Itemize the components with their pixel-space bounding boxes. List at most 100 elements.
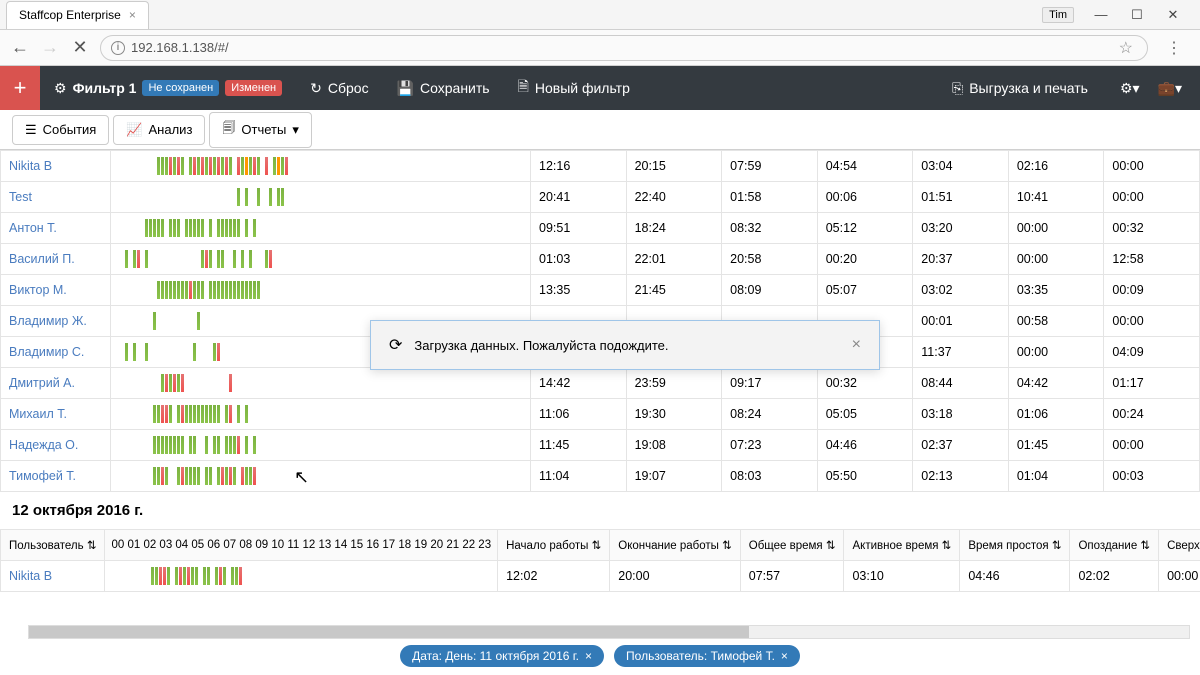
close-window-button[interactable]: ✕ [1156, 3, 1190, 27]
tab-analysis[interactable]: 📈 Анализ [113, 115, 205, 145]
info-icon[interactable]: i [111, 41, 125, 55]
chip-date[interactable]: Дата: День: 11 октября 2016 г. × [400, 645, 604, 667]
refresh-icon: ↻ [310, 80, 322, 97]
user-cell[interactable]: Тимофей Т. [1, 461, 111, 492]
value-cell: 22:40 [626, 182, 722, 213]
maximize-button[interactable]: ☐ [1120, 3, 1154, 27]
user-cell[interactable]: Nikita B [1, 561, 105, 592]
tab-events[interactable]: ☰ События [12, 115, 109, 145]
user-cell[interactable]: Виктор М. [1, 275, 111, 306]
settings-icon[interactable]: ⚙▾ [1120, 80, 1140, 97]
value-cell: 08:44 [913, 368, 1009, 399]
value-cell: 01:06 [1008, 399, 1104, 430]
user-cell[interactable]: Владимир Ж. [1, 306, 111, 337]
user-cell[interactable]: Антон Т. [1, 213, 111, 244]
value-cell: 01:45 [1008, 430, 1104, 461]
filter-chips: Дата: День: 11 октября 2016 г. × Пользов… [0, 641, 1200, 671]
value-cell: 01:17 [1104, 368, 1200, 399]
col-idle[interactable]: Время простоя ⇅ [960, 530, 1070, 561]
badge-changed: Изменен [225, 80, 282, 96]
export-button[interactable]: ⎘ Выгрузка и печать [938, 80, 1102, 97]
value-cell: 01:58 [722, 182, 818, 213]
col-total[interactable]: Общее время ⇅ [740, 530, 844, 561]
value-cell: 12:16 [531, 151, 627, 182]
browser-tab[interactable]: Staffcop Enterprise × [6, 1, 149, 29]
value-cell: 00:00 [1104, 430, 1200, 461]
user-cell[interactable]: Test [1, 182, 111, 213]
col-start[interactable]: Начало работы ⇅ [498, 530, 610, 561]
tab-reports[interactable]: 🗐 Отчеты ▾ [209, 112, 311, 148]
app-toolbar: + ⚙ Фильтр 1 Не сохранен Изменен ↻ Сброс… [0, 66, 1200, 110]
value-cell: 20:15 [626, 151, 722, 182]
chevron-down-icon: ▾ [292, 122, 299, 138]
col-active[interactable]: Активное время ⇅ [844, 530, 960, 561]
back-button[interactable]: ← [10, 37, 30, 58]
filter-menu[interactable]: ⚙ Фильтр 1 Не сохранен Изменен [40, 80, 296, 97]
col-hours: 00 01 02 03 04 05 06 07 08 09 10 11 12 1… [105, 530, 498, 561]
chip-close-icon[interactable]: × [781, 649, 788, 663]
user-cell[interactable]: Nikita B [1, 151, 111, 182]
browser-tabs-bar: Staffcop Enterprise × Tim — ☐ ✕ [0, 0, 1200, 30]
col-overtime[interactable]: Сверхурочные ⇅ [1159, 530, 1200, 561]
table-row: Виктор М.13:3521:4508:0905:0703:0203:350… [1, 275, 1200, 306]
user-cell[interactable]: Дмитрий А. [1, 368, 111, 399]
table-row: Надежда О.11:4519:0807:2304:4602:3701:45… [1, 430, 1200, 461]
forward-button[interactable]: → [40, 37, 60, 58]
chip-close-icon[interactable]: × [585, 649, 592, 663]
bookmark-icon[interactable]: ☆ [1119, 38, 1133, 58]
value-cell: 19:30 [626, 399, 722, 430]
doc-icon: 🗐 [222, 119, 235, 141]
value-cell: 05:50 [817, 461, 913, 492]
value-cell: 00:03 [1104, 461, 1200, 492]
value-cell: 02:16 [1008, 151, 1104, 182]
user-cell[interactable]: Михаил Т. [1, 399, 111, 430]
table-row: Nikita B12:1620:1507:5904:5403:0402:1600… [1, 151, 1200, 182]
browser-menu-button[interactable]: ⋮ [1158, 38, 1190, 58]
value-cell: 02:37 [913, 430, 1009, 461]
value-cell: 07:57 [740, 561, 844, 592]
filter-label: Фильтр 1 [73, 80, 137, 96]
value-cell: 03:04 [913, 151, 1009, 182]
value-cell: 01:04 [1008, 461, 1104, 492]
col-user[interactable]: Пользователь ⇅ [1, 530, 105, 561]
value-cell: 19:07 [626, 461, 722, 492]
horizontal-scrollbar[interactable] [28, 625, 1190, 639]
value-cell: 20:41 [531, 182, 627, 213]
add-button[interactable]: + [0, 66, 40, 110]
value-cell: 09:17 [722, 368, 818, 399]
section-date-title: 12 октября 2016 г. [0, 492, 1200, 529]
table-row: Дмитрий А.14:4223:5909:1700:3208:4404:42… [1, 368, 1200, 399]
url-input[interactable]: i 192.168.1.138/#/ ☆ [100, 35, 1148, 61]
value-cell: 21:45 [626, 275, 722, 306]
timeline-cell [111, 151, 531, 182]
table-row: Василий П.01:0322:0120:5800:2020:3700:00… [1, 244, 1200, 275]
value-cell: 00:00 [1008, 213, 1104, 244]
loading-dialog: ⟳ Загрузка данных. Пожалуйста подождите.… [370, 320, 880, 370]
value-cell: 00:00 [1104, 306, 1200, 337]
col-end[interactable]: Окончание работы ⇅ [610, 530, 741, 561]
user-cell[interactable]: Владимир С. [1, 337, 111, 368]
briefcase-icon[interactable]: 💼▾ [1158, 80, 1182, 97]
export-icon: ⎘ [952, 80, 963, 97]
timeline-cell [105, 561, 498, 592]
value-cell: 13:35 [531, 275, 627, 306]
minimize-button[interactable]: — [1084, 3, 1118, 27]
value-cell: 00:24 [1104, 399, 1200, 430]
value-cell: 07:23 [722, 430, 818, 461]
col-late[interactable]: Опоздание ⇅ [1070, 530, 1159, 561]
dialog-close-button[interactable]: × [852, 336, 861, 354]
user-cell[interactable]: Василий П. [1, 244, 111, 275]
chip-user[interactable]: Пользователь: Тимофей Т. × [614, 645, 800, 667]
save-button[interactable]: 💾 Сохранить [383, 80, 504, 97]
value-cell: 10:41 [1008, 182, 1104, 213]
spinner-icon: ⟳ [389, 335, 402, 355]
stop-button[interactable]: ✕ [70, 37, 90, 58]
value-cell: 09:51 [531, 213, 627, 244]
close-icon[interactable]: × [129, 8, 136, 22]
new-filter-button[interactable]: 🗎 Новый фильтр [504, 76, 644, 100]
reset-button[interactable]: ↻ Сброс [296, 80, 382, 97]
timeline-cell [111, 182, 531, 213]
value-cell: 00:32 [1104, 213, 1200, 244]
value-cell: 00:01 [913, 306, 1009, 337]
user-cell[interactable]: Надежда О. [1, 430, 111, 461]
